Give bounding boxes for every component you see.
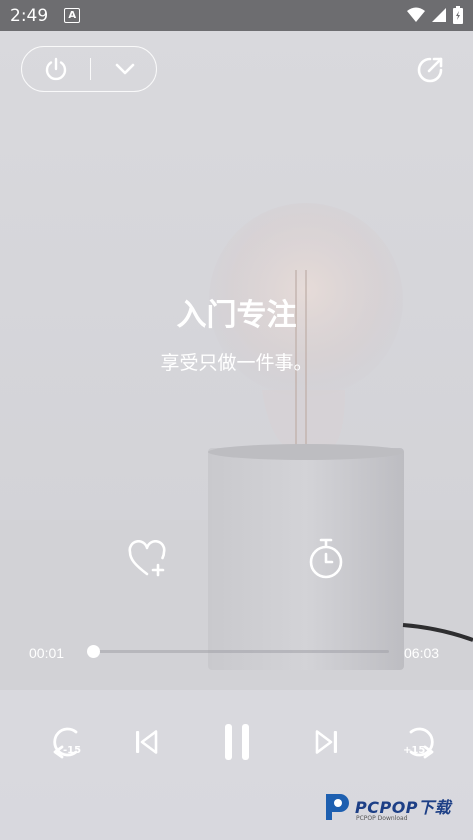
pause-icon [225,724,249,760]
notification-badge: A [64,8,81,23]
pcpop-logo-icon [326,794,349,820]
total-time: 06:03 [404,645,440,661]
chevron-down-icon [115,63,134,75]
previous-button[interactable] [130,726,162,758]
heart-add-icon [128,540,166,577]
status-bar: 2:49 A [0,0,473,31]
signal-icon [432,8,446,22]
watermark-sub: PCPOP Download [356,815,408,822]
player-screen: 2:49 A 入门专注 享受只做一件事。 00:01 06:03 -15 +15… [0,0,473,840]
favorite-button[interactable] [126,538,168,580]
progress-thumb[interactable] [86,645,100,658]
share-icon [417,57,443,83]
rewind-label: -15 [63,745,82,756]
wifi-icon [407,7,425,22]
rewind-15-button[interactable]: -15 [46,722,86,762]
status-time: 2:49 [10,5,49,26]
top-control-pill [21,46,157,92]
session-title: 入门专注 [176,298,297,333]
next-icon [315,730,337,754]
forward-15-button[interactable]: +15 [401,722,441,762]
watermark: PCPOP下载 PCPOP Download [320,790,470,830]
collapse-button[interactable] [91,47,158,91]
battery-icon [453,6,463,24]
timer-button[interactable] [305,536,347,582]
status-icons [407,6,463,24]
pause-button[interactable] [216,720,258,764]
progress-bar[interactable] [86,645,389,658]
power-icon [45,57,66,81]
power-button[interactable] [22,47,89,91]
forward-label: +15 [403,745,426,756]
previous-icon [136,730,158,754]
current-time: 00:01 [29,645,65,661]
timer-icon [309,538,343,579]
next-button[interactable] [311,726,343,758]
session-subtitle: 享受只做一件事。 [160,352,313,374]
share-button[interactable] [413,53,447,87]
